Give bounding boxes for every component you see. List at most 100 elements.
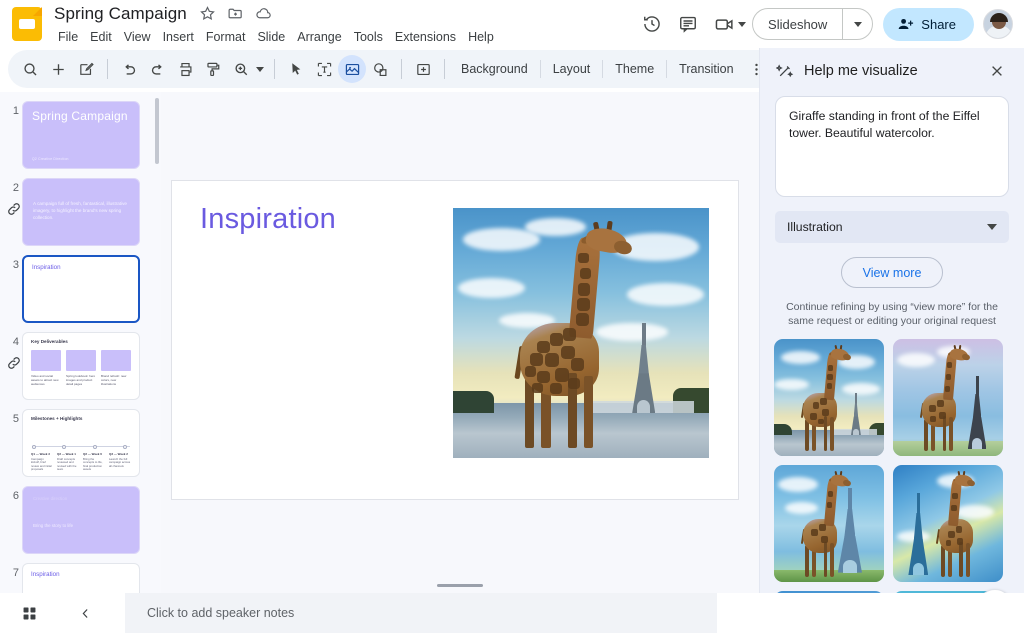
notes-resize-handle[interactable] [437, 584, 483, 587]
current-slide[interactable]: Inspiration [171, 180, 739, 500]
comments-icon[interactable] [670, 6, 706, 42]
menu-view[interactable]: View [118, 28, 157, 46]
panel-header: Help me visualize [760, 48, 1024, 94]
undo-icon[interactable] [115, 55, 143, 83]
slide-meta-column: 4 [0, 332, 22, 371]
move-to-folder-icon[interactable] [227, 5, 244, 22]
menu-arrange[interactable]: Arrange [291, 28, 347, 46]
cloud-saved-icon[interactable] [255, 5, 272, 22]
text-box-icon[interactable] [310, 55, 338, 83]
slide-thumbnail[interactable]: Milestones + Highlights Q1 — Week 3 Camp… [22, 409, 140, 477]
slide-thumbnail[interactable]: Inspiration [22, 563, 140, 593]
filmstrip-slide-1[interactable]: 1 Spring Campaign Q2 Creative Direction [0, 101, 161, 169]
milestone-text: Bring the concepts to life, final produc… [83, 456, 103, 472]
slide-number: 6 [12, 490, 19, 502]
milestone-label: Q3 — Week 2 [109, 452, 128, 456]
filmstrip-slide-2[interactable]: 2 A campaign full of fresh, fantastical,… [0, 178, 161, 246]
menu-format[interactable]: Format [200, 28, 252, 46]
slide-thumbnail[interactable]: A campaign full of fresh, fantastical, i… [22, 178, 140, 246]
bottom-bar: Click to add speaker notes [0, 593, 1024, 633]
generated-image-result-2[interactable] [893, 339, 1003, 456]
filmstrip-slide-5[interactable]: 5 Milestones + Highlights Q1 — Week 3 Ca… [0, 409, 161, 477]
paint-format-icon[interactable] [199, 55, 227, 83]
slideshow-button[interactable]: Slideshow [753, 9, 842, 39]
thumb-title: Key Deliverables [31, 339, 68, 344]
background-button[interactable]: Background [452, 57, 537, 81]
search-icon[interactable] [16, 55, 44, 83]
slide-thumbnail[interactable]: Creative direction Bring the story to li… [22, 486, 140, 554]
redo-icon[interactable] [143, 55, 171, 83]
close-icon[interactable] [984, 58, 1010, 84]
avatar-hair [990, 13, 1008, 22]
transition-button[interactable]: Transition [670, 57, 742, 81]
user-avatar[interactable] [983, 9, 1013, 39]
slide-number: 3 [12, 259, 19, 271]
collapse-filmstrip-chevron-left-icon[interactable] [68, 596, 102, 630]
menu-file[interactable]: File [52, 28, 84, 46]
menu-extensions[interactable]: Extensions [389, 28, 462, 46]
slide-thumbnail[interactable]: Spring Campaign Q2 Creative Direction [22, 101, 140, 169]
thumb-card: Spring lookbook: hero images and product… [66, 350, 96, 386]
filmstrip-slide-6[interactable]: 6 Creative direction Bring the story to … [0, 486, 161, 554]
star-icon[interactable] [199, 5, 216, 22]
speaker-notes-input[interactable]: Click to add speaker notes [125, 593, 717, 633]
toolbar-divider-5 [539, 60, 541, 78]
document-title[interactable]: Spring Campaign [54, 4, 187, 24]
print-icon[interactable] [171, 55, 199, 83]
view-more-button[interactable]: View more [841, 257, 943, 288]
title-and-menu-block: Spring Campaign File Edit View Insert Fo… [54, 2, 500, 47]
thumb-card-caption: Spring lookbook: hero images and product… [66, 374, 96, 386]
thumb-title: Spring Campaign [32, 109, 128, 123]
menu-edit[interactable]: Edit [84, 28, 118, 46]
menu-insert[interactable]: Insert [157, 28, 200, 46]
giraffe-spots [453, 208, 709, 458]
slide-filmstrip[interactable]: 1 Spring Campaign Q2 Creative Direction … [0, 92, 161, 593]
layout-button[interactable]: Layout [544, 57, 600, 81]
grid-view-icon[interactable] [12, 596, 46, 630]
share-button[interactable]: Share [883, 7, 974, 41]
slide-thumbnail-selected[interactable]: Inspiration [22, 255, 140, 323]
shape-icon[interactable] [366, 55, 394, 83]
prompt-input[interactable]: Giraffe standing in front of the Eiffel … [775, 96, 1009, 197]
generated-image-result-1[interactable] [774, 339, 884, 456]
refine-hint-text: Continue refining by using “view more” f… [786, 301, 998, 327]
timeline-dot [62, 444, 67, 449]
filmstrip-slide-4[interactable]: 4 Key Deliverables Video and social asse… [0, 332, 161, 400]
menu-slide[interactable]: Slide [251, 28, 291, 46]
slide-title-text[interactable]: Inspiration [200, 203, 336, 236]
generated-image-result-3[interactable] [774, 465, 884, 582]
image-style-value: Illustration [787, 220, 843, 234]
menu-help[interactable]: Help [462, 28, 500, 46]
version-history-icon[interactable] [634, 6, 670, 42]
slide-thumbnail[interactable]: Key Deliverables Video and social assets… [22, 332, 140, 400]
menu-tools[interactable]: Tools [348, 28, 389, 46]
slide-editor-canvas[interactable]: Inspiration [161, 92, 759, 593]
slideshow-dropdown-caret[interactable] [842, 9, 872, 39]
image-style-select[interactable]: Illustration [775, 211, 1009, 243]
milestone-label: Q2 — Week 1 [57, 452, 76, 456]
slide-image[interactable] [453, 208, 709, 458]
insert-image-icon[interactable] [338, 55, 366, 83]
help-me-visualize-panel: Help me visualize Giraffe standing in fr… [759, 48, 1024, 633]
generated-image-result-4[interactable] [893, 465, 1003, 582]
filmstrip-slide-7[interactable]: 7 Inspiration [0, 563, 161, 593]
meet-dropdown-caret[interactable] [738, 21, 747, 27]
video-camera-icon[interactable] [706, 6, 742, 42]
add-slide-icon[interactable] [44, 55, 72, 83]
linked-slide-icon [8, 357, 20, 369]
slides-logo-icon [12, 7, 42, 41]
title-icon-group [199, 5, 272, 22]
select-cursor-icon[interactable] [282, 55, 310, 83]
new-slide-layout-icon[interactable] [72, 55, 100, 83]
timeline-dot [123, 444, 128, 449]
thumb-title: Inspiration [32, 264, 61, 271]
thumb-body: Bring the story to life [33, 523, 74, 528]
zoom-dropdown-caret[interactable] [256, 66, 264, 72]
thumb-card-image [66, 350, 96, 371]
theme-button[interactable]: Theme [606, 57, 663, 81]
zoom-icon[interactable] [227, 55, 255, 83]
chevron-down-icon [853, 21, 862, 27]
filmstrip-slide-3[interactable]: 3 Inspiration [0, 255, 161, 323]
line-icon[interactable] [409, 55, 437, 83]
share-button-label: Share [921, 16, 956, 32]
